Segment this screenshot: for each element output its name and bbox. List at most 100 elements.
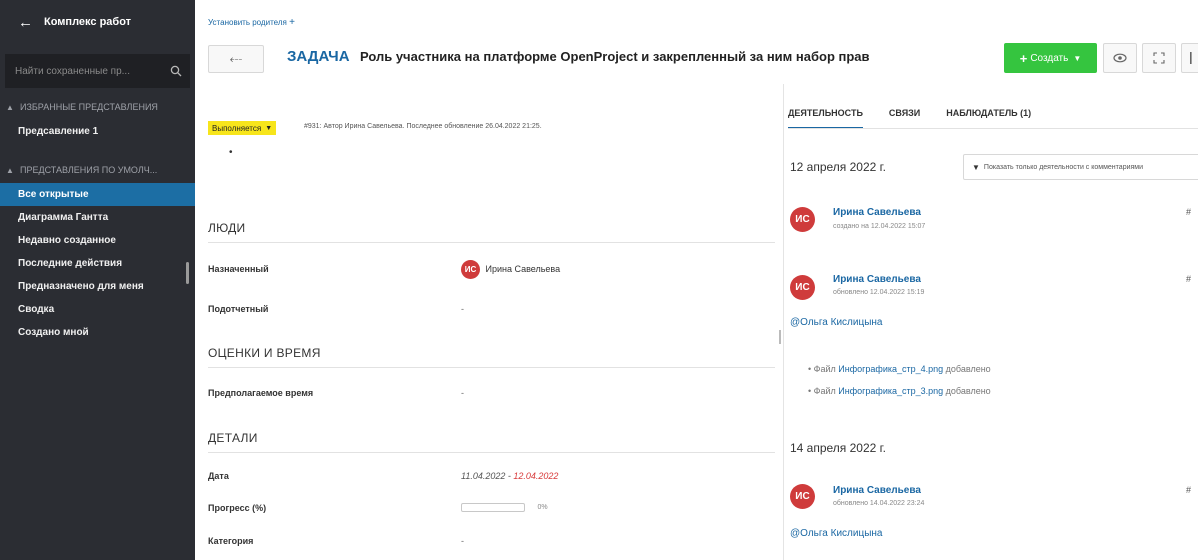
- attachment-link[interactable]: Инфографика_стр_4.png: [838, 364, 943, 374]
- section-favorites-label: ИЗБРАННЫЕ ПРЕДСТАВЛЕНИЯ: [20, 102, 158, 112]
- description-bullet: •: [229, 147, 233, 158]
- sidebar-item-created-by-me[interactable]: Создано мной: [0, 321, 195, 344]
- fullscreen-button[interactable]: [1142, 43, 1176, 73]
- work-package-meta: #931: Автор Ирина Савельева. Последнее о…: [304, 123, 542, 130]
- sidebar-item-favorite-1[interactable]: Предсавление 1: [0, 120, 195, 143]
- progress-label: Прогресс (%): [208, 503, 267, 513]
- search-box: [5, 54, 190, 88]
- divider: [208, 452, 775, 453]
- section-estimates: ОЦЕНКИ И ВРЕМЯ: [208, 346, 321, 360]
- category-value[interactable]: -: [461, 536, 464, 546]
- set-parent-link[interactable]: Установить родителя +: [208, 17, 295, 28]
- watch-button[interactable]: [1103, 43, 1137, 73]
- avatar[interactable]: ИС: [790, 207, 815, 232]
- due-date: 12.04.2022: [513, 471, 559, 481]
- estimated-time-label: Предполагаемое время: [208, 388, 314, 398]
- work-package-subject[interactable]: Роль участника на платформе OpenProject …: [360, 49, 870, 64]
- plus-icon: +: [1019, 50, 1028, 66]
- status-badge[interactable]: Выполняется ▼: [208, 121, 277, 135]
- back-arrow-icon: ⤎: [229, 51, 243, 66]
- caret-down-icon: ▼: [1073, 53, 1082, 63]
- plus-icon: +: [289, 17, 295, 28]
- progress-percent: 0%: [537, 504, 548, 512]
- date-value[interactable]: 11.04.2022 - 12.04.2022: [461, 471, 558, 481]
- caret-down-icon: ▼: [265, 124, 273, 132]
- filter-icon: ▼: [972, 162, 980, 172]
- tabs: ДЕЯТЕЛЬНОСТЬ СВЯЗИ НАБЛЮДАТЕЛЬ (1): [788, 108, 1057, 129]
- eye-icon: [1113, 53, 1127, 63]
- section-people: ЛЮДИ: [208, 221, 246, 235]
- activity-time: обновлено 14.04.2022 23:24: [833, 500, 925, 507]
- column-divider: [783, 84, 784, 560]
- tab-relations[interactable]: СВЯЗИ: [889, 108, 920, 129]
- divider: [208, 242, 775, 243]
- sidebar-header: ← Комплекс работ: [0, 0, 195, 44]
- category-label: Категория: [208, 536, 254, 546]
- chevron-up-icon: ▲: [6, 102, 14, 112]
- filter-comments-label: Показать только деятельности с комментар…: [983, 163, 1144, 171]
- date-label: Дата: [208, 471, 229, 481]
- attachment-link[interactable]: Инфографика_стр_3.png: [838, 386, 943, 396]
- activity-change: • Файл Инфографика_стр_4.png добавлено: [808, 364, 991, 374]
- back-button[interactable]: ⤎: [208, 45, 264, 73]
- section-favorites[interactable]: ▲ ИЗБРАННЫЕ ПРЕДСТАВЛЕНИЯ: [0, 94, 195, 120]
- user-mention[interactable]: @Ольга Кислицына: [790, 317, 882, 328]
- change-suffix: добавлено: [943, 364, 991, 374]
- search-icon[interactable]: [170, 65, 182, 77]
- avatar[interactable]: ИС: [790, 275, 815, 300]
- sidebar: ← Комплекс работ ▲ ИЗБРАННЫЕ ПРЕДСТАВЛЕН…: [0, 0, 195, 560]
- assignee-value[interactable]: ИС Ирина Савельева: [461, 260, 560, 279]
- create-button-label: Создать: [1030, 52, 1069, 64]
- work-package-type[interactable]: ЗАДАЧА: [287, 48, 350, 65]
- status-label: Выполняется: [212, 123, 262, 133]
- tab-watchers[interactable]: НАБЛЮДАТЕЛЬ (1): [946, 108, 1031, 129]
- sidebar-item-all-open[interactable]: Все открытые: [0, 183, 195, 206]
- filter-comments-button[interactable]: ▼ Показать только деятельности с коммент…: [963, 154, 1198, 180]
- sidebar-item-recently-created[interactable]: Недавно созданное: [0, 229, 195, 252]
- activity-author[interactable]: Ирина Савельева: [833, 274, 921, 285]
- avatar: ИС: [461, 260, 480, 279]
- accountable-value[interactable]: -: [461, 304, 464, 314]
- search-input[interactable]: [15, 65, 170, 77]
- back-arrow-icon[interactable]: ←: [18, 14, 44, 31]
- more-icon: [1190, 52, 1192, 64]
- activity-time: создано на 12.04.2022 15:07: [833, 223, 926, 230]
- chevron-up-icon: ▲: [6, 165, 14, 175]
- create-button[interactable]: + Создать ▼: [1004, 43, 1097, 73]
- resize-handle[interactable]: [779, 330, 781, 344]
- activity-time: обновлено 12.04.2022 15:19: [833, 289, 925, 296]
- assignee-label: Назначенный: [208, 264, 269, 274]
- start-date: 11.04.2022: [461, 471, 506, 481]
- activity-author[interactable]: Ирина Савельева: [833, 207, 921, 218]
- sidebar-item-latest-activity[interactable]: Последние действия: [0, 252, 195, 275]
- change-prefix: • Файл: [808, 386, 839, 396]
- estimated-time-value[interactable]: -: [461, 388, 464, 398]
- activity-anchor[interactable]: #: [1186, 207, 1191, 217]
- sidebar-item-gantt[interactable]: Диаграмма Гантта: [0, 206, 195, 229]
- assignee-name: Ирина Савельева: [485, 263, 561, 274]
- section-details: ДЕТАЛИ: [208, 431, 258, 445]
- activity-anchor[interactable]: #: [1186, 274, 1191, 284]
- change-prefix: • Файл: [808, 364, 839, 374]
- section-defaults[interactable]: ▲ ПРЕДСТАВЛЕНИЯ ПО УМОЛЧ...: [0, 157, 195, 183]
- sidebar-scrollbar[interactable]: [186, 262, 189, 284]
- sidebar-item-summary[interactable]: Сводка: [0, 298, 195, 321]
- set-parent-label: Установить родителя: [208, 18, 287, 27]
- change-suffix: добавлено: [943, 386, 991, 396]
- more-button[interactable]: [1181, 43, 1198, 73]
- sidebar-title: Комплекс работ: [44, 16, 132, 28]
- tab-activity[interactable]: ДЕЯТЕЛЬНОСТЬ: [788, 108, 863, 129]
- user-mention[interactable]: @Ольга Кислицына: [790, 528, 882, 539]
- avatar[interactable]: ИС: [790, 484, 815, 509]
- progress-bar: [461, 503, 525, 513]
- accountable-label: Подотчетный: [208, 304, 269, 314]
- day-heading: 14 апреля 2022 г.: [790, 441, 886, 455]
- sidebar-item-assigned-to-me[interactable]: Предназначено для меня: [0, 275, 195, 298]
- progress-value[interactable]: 0%: [461, 502, 548, 513]
- activity-author[interactable]: Ирина Савельева: [833, 485, 921, 496]
- activity-anchor[interactable]: #: [1186, 485, 1191, 495]
- section-defaults-label: ПРЕДСТАВЛЕНИЯ ПО УМОЛЧ...: [20, 165, 158, 175]
- work-package-title: ЗАДАЧА Роль участника на платформе OpenP…: [287, 48, 870, 66]
- activity-change: • Файл Инфографика_стр_3.png добавлено: [808, 386, 991, 396]
- divider: [788, 128, 1198, 129]
